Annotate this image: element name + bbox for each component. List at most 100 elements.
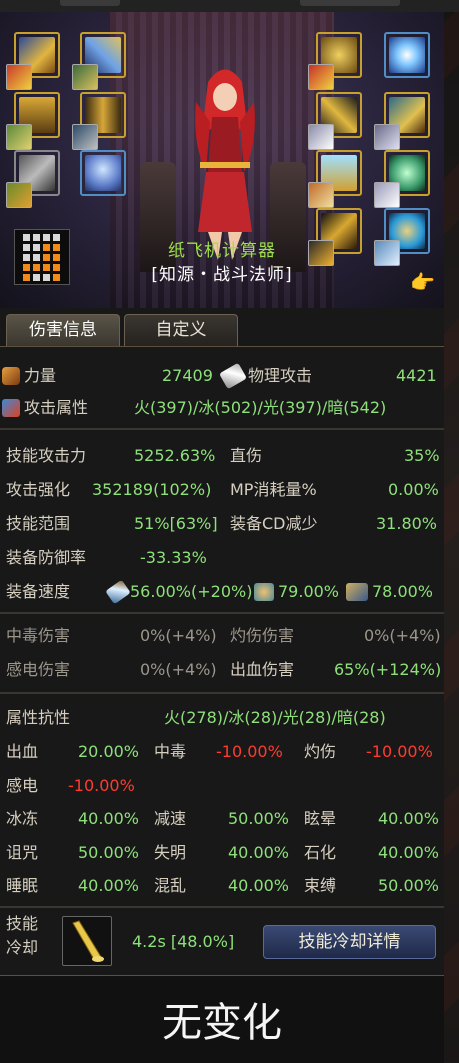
physical-attack-value: 4421 — [396, 366, 437, 385]
shock-damage-label: 感电伤害 — [6, 660, 71, 679]
bleed-damage-value: 65%(+124%) — [334, 660, 442, 679]
section-divider — [0, 612, 444, 614]
stat-row-speed: 装备速度 56.00%(+20%) 79.00% 78.00% — [0, 576, 444, 608]
enchant-badge-icon — [308, 182, 334, 208]
cooldown-detail-button[interactable]: 技能冷却详情 — [263, 925, 436, 959]
stat-row-attack-element: 攻击属性 火(397)/冰(502)/光(397)/暗(542) — [0, 392, 444, 424]
mp-consume-label: MP消耗量% — [230, 480, 317, 499]
pet-icon[interactable] — [80, 150, 126, 196]
resistance-value: 火(278)/冰(28)/光(28)/暗(28) — [164, 708, 386, 727]
enchant-badge-icon — [6, 182, 32, 208]
cd-reduce-label: 装备CD减少 — [230, 514, 318, 533]
cast-speed-value: 79.00% — [278, 582, 340, 601]
section-divider — [0, 906, 444, 908]
top-bar — [0, 0, 459, 12]
stat-row-skill-attack: 技能攻击力 5252.63% 直伤 35% — [0, 440, 444, 472]
speed-label: 装备速度 — [6, 582, 71, 601]
status-res-value: 40.00% — [228, 876, 290, 895]
attack-boost-label: 攻击强化 — [6, 480, 71, 499]
status-res-label: 中毒 — [154, 742, 187, 761]
tab-bar: 伤害信息 自定义 — [0, 310, 444, 347]
status-res-label: 石化 — [304, 843, 337, 862]
status-res-row: 出血 20.00% 中毒 -10.00% 灼伤 -10.00% — [0, 736, 444, 768]
status-res-row: 感电 -10.00% — [0, 770, 444, 802]
burn-damage-label: 灼伤伤害 — [230, 626, 295, 645]
skill-attack-label: 技能攻击力 — [6, 446, 87, 465]
bleed-damage-label: 出血伤害 — [230, 660, 295, 679]
stat-row-skill-range: 技能范围 51%[63%] 装备CD减少 31.80% — [0, 508, 444, 540]
cd-reduce-value: 31.80% — [376, 514, 438, 533]
strength-icon — [2, 367, 20, 385]
pointing-hand-icon[interactable]: 👉 — [410, 270, 435, 294]
player-name: 纸飞机计算器 — [168, 241, 276, 261]
title-emblem-icon[interactable] — [384, 32, 430, 78]
enchant-badge-icon — [6, 64, 32, 90]
status-res-row: 冰冻 40.00% 减速 50.00% 眩晕 40.00% — [0, 803, 444, 835]
stat-row-poison-burn: 中毒伤害 0%(+4%) 灼伤伤害 0%(+4%) — [0, 620, 444, 652]
stat-row-resistance: 属性抗性 火(278)/冰(28)/光(28)/暗(28) — [0, 702, 444, 734]
section-divider — [0, 428, 444, 430]
status-res-value: 50.00% — [228, 809, 290, 828]
burn-damage-value: 0%(+4%) — [364, 626, 441, 645]
status-res-value: 50.00% — [378, 876, 440, 895]
attack-element-value: 火(397)/冰(502)/光(397)/暗(542) — [134, 398, 387, 417]
status-res-value: -10.00% — [68, 776, 135, 795]
status-res-label: 睡眠 — [6, 876, 39, 895]
enchant-badge-icon — [72, 124, 98, 150]
direct-damage-label: 直伤 — [230, 446, 263, 465]
attack-speed-icon — [105, 579, 131, 605]
section-divider — [0, 692, 444, 694]
class-title: [知源・战斗法师] — [151, 265, 293, 285]
status-res-value: 40.00% — [378, 843, 440, 862]
skill-attack-value: 5252.63% — [134, 446, 216, 465]
status-res-value: 40.00% — [228, 843, 290, 862]
enchant-badge-icon — [374, 182, 400, 208]
attack-speed-value: 56.00%(+20%) — [130, 582, 253, 601]
stat-row-attack-boost: 攻击强化 352189(102%) MP消耗量% 0.00% — [0, 474, 444, 506]
status-res-value: -10.00% — [366, 742, 433, 761]
status-res-value: 40.00% — [378, 809, 440, 828]
sword-icon — [218, 362, 248, 390]
status-res-label: 出血 — [6, 742, 39, 761]
tab-custom[interactable]: 自定义 — [124, 314, 238, 346]
status-res-label: 减速 — [154, 809, 187, 828]
enchant-badge-icon — [308, 124, 334, 150]
cooldown-value: 4.2s [48.0%] — [132, 932, 235, 951]
attack-element-label: 攻击属性 — [24, 398, 89, 417]
defense-rate-value: -33.33% — [140, 548, 207, 567]
move-speed-value: 78.00% — [372, 582, 434, 601]
strength-value: 27409 — [162, 366, 213, 385]
status-res-value: 40.00% — [78, 876, 140, 895]
status-res-row: 睡眠 40.00% 混乱 40.00% 束缚 50.00% — [0, 870, 444, 902]
attack-boost-value: 352189(102%) — [92, 480, 212, 499]
enchant-badge-icon — [6, 124, 32, 150]
stat-row-strength: 力量 27409 物理攻击 4421 — [0, 360, 444, 392]
enchant-badge-icon — [374, 124, 400, 150]
enchant-badge-icon — [308, 64, 334, 90]
poison-damage-value: 0%(+4%) — [140, 626, 217, 645]
status-res-label: 束缚 — [304, 876, 337, 895]
mp-consume-value: 0.00% — [388, 480, 439, 499]
footer-text: 无变化 — [162, 1000, 282, 1046]
status-res-label: 冰冻 — [6, 809, 39, 828]
status-res-row: 诅咒 50.00% 失明 40.00% 石化 40.00% — [0, 837, 444, 869]
equipment-panel: 纸飞机计算器 [知源・战斗法师] 👉 — [0, 12, 444, 308]
status-res-label: 失明 — [154, 843, 187, 862]
status-res-value: -10.00% — [216, 742, 283, 761]
resistance-label: 属性抗性 — [6, 708, 71, 727]
status-res-value: 40.00% — [78, 809, 140, 828]
status-res-value: 20.00% — [78, 742, 140, 761]
strength-label: 力量 — [24, 366, 57, 385]
tab-damage-info[interactable]: 伤害信息 — [6, 314, 120, 346]
status-res-label: 混乱 — [154, 876, 187, 895]
physical-attack-label: 物理攻击 — [248, 366, 313, 385]
status-res-label: 灼伤 — [304, 742, 337, 761]
status-res-label: 感电 — [6, 776, 39, 795]
shock-damage-value: 0%(+4%) — [140, 660, 217, 679]
defense-rate-label: 装备防御率 — [6, 548, 87, 567]
status-res-label: 诅咒 — [6, 843, 39, 862]
cast-speed-icon — [254, 583, 274, 601]
enchant-badge-icon — [72, 64, 98, 90]
skill-range-value: 51%[63%] — [134, 514, 218, 533]
element-icon — [2, 399, 20, 417]
